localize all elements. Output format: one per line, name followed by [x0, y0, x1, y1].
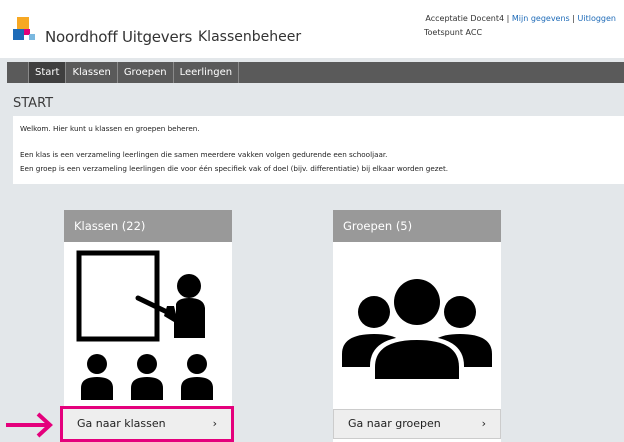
logout-link[interactable]: Uitloggen	[578, 14, 616, 23]
separator: |	[506, 14, 510, 23]
go-to-groepen-button[interactable]: Ga naar groepen ›	[333, 409, 501, 439]
intro-klas-definition: Een klas is een verzameling leerlingen d…	[20, 150, 388, 159]
go-to-groepen-label: Ga naar groepen	[348, 417, 441, 430]
user-name: Acceptatie Docent4	[425, 14, 505, 23]
groepen-card-title: Groepen (5)	[333, 210, 501, 242]
arrow-right-icon	[6, 412, 53, 438]
page-title: START	[13, 96, 54, 111]
separator: |	[572, 14, 575, 23]
intro-welcome: Welkom. Hier kunt u klassen en groepen b…	[20, 124, 200, 133]
intro-groep-definition: Een groep is een verzameling leerlingen …	[20, 164, 449, 173]
my-data-link[interactable]: Mijn gegevens	[512, 14, 570, 23]
noordhoff-logo-icon[interactable]	[13, 17, 41, 45]
user-subtitle: Toetspunt ACC	[424, 28, 483, 37]
app-title: Klassenbeheer	[198, 29, 302, 45]
user-bar: Acceptatie Docent4 | Mijn gegevens | Uit…	[425, 14, 616, 23]
klassen-card: Klassen (22) Ga naar klassen ›	[60, 210, 234, 442]
main-nav: Start Klassen Groepen Leerlingen	[7, 62, 624, 83]
chevron-right-icon: ›	[212, 417, 217, 430]
nav-item-leerlingen[interactable]: Leerlingen	[174, 62, 240, 83]
nav-item-groepen[interactable]: Groepen	[118, 62, 174, 83]
brand-name[interactable]: Noordhoff Uitgevers	[45, 28, 192, 46]
nav-item-klassen[interactable]: Klassen	[66, 62, 118, 83]
intro-panel: Welkom. Hier kunt u klassen en groepen b…	[13, 116, 624, 184]
group-icon	[342, 275, 492, 383]
go-to-klassen-button[interactable]: Ga naar klassen ›	[60, 406, 234, 442]
nav-item-start[interactable]: Start	[28, 62, 67, 83]
page-header: Noordhoff Uitgevers Klassenbeheer Accept…	[0, 0, 624, 58]
chevron-right-icon: ›	[481, 417, 486, 430]
groepen-card: Groepen (5) Ga naar groepen ›	[333, 210, 501, 442]
klassen-card-title: Klassen (22)	[64, 210, 232, 242]
go-to-klassen-label: Ga naar klassen	[77, 417, 166, 430]
